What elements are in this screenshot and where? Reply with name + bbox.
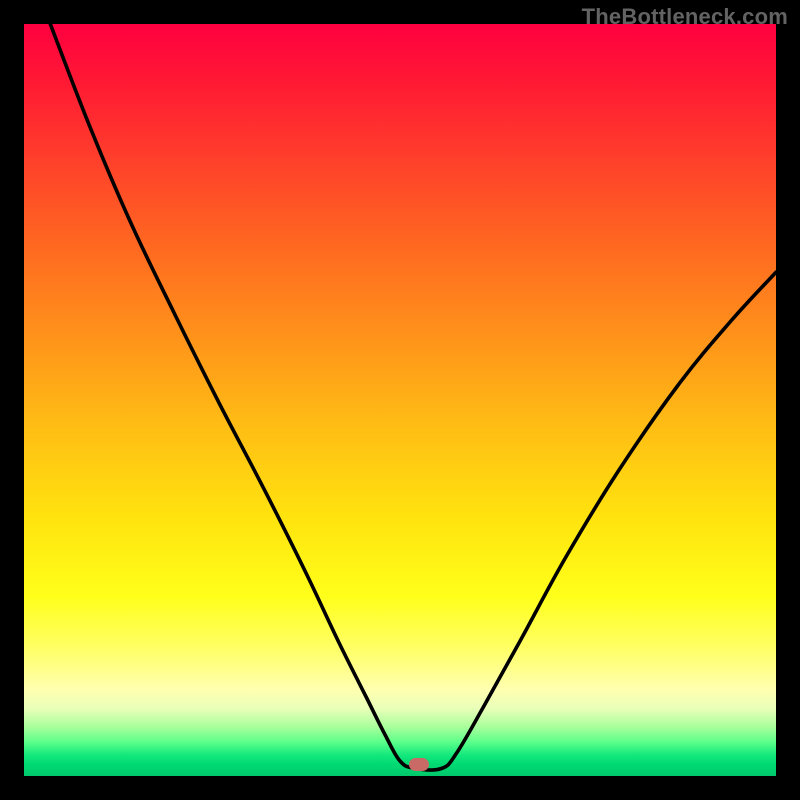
bottleneck-curve [24,24,776,776]
watermark-text: TheBottleneck.com [582,4,788,30]
chart-frame: TheBottleneck.com [0,0,800,800]
plot-area [24,24,776,776]
minimum-marker [409,758,429,771]
